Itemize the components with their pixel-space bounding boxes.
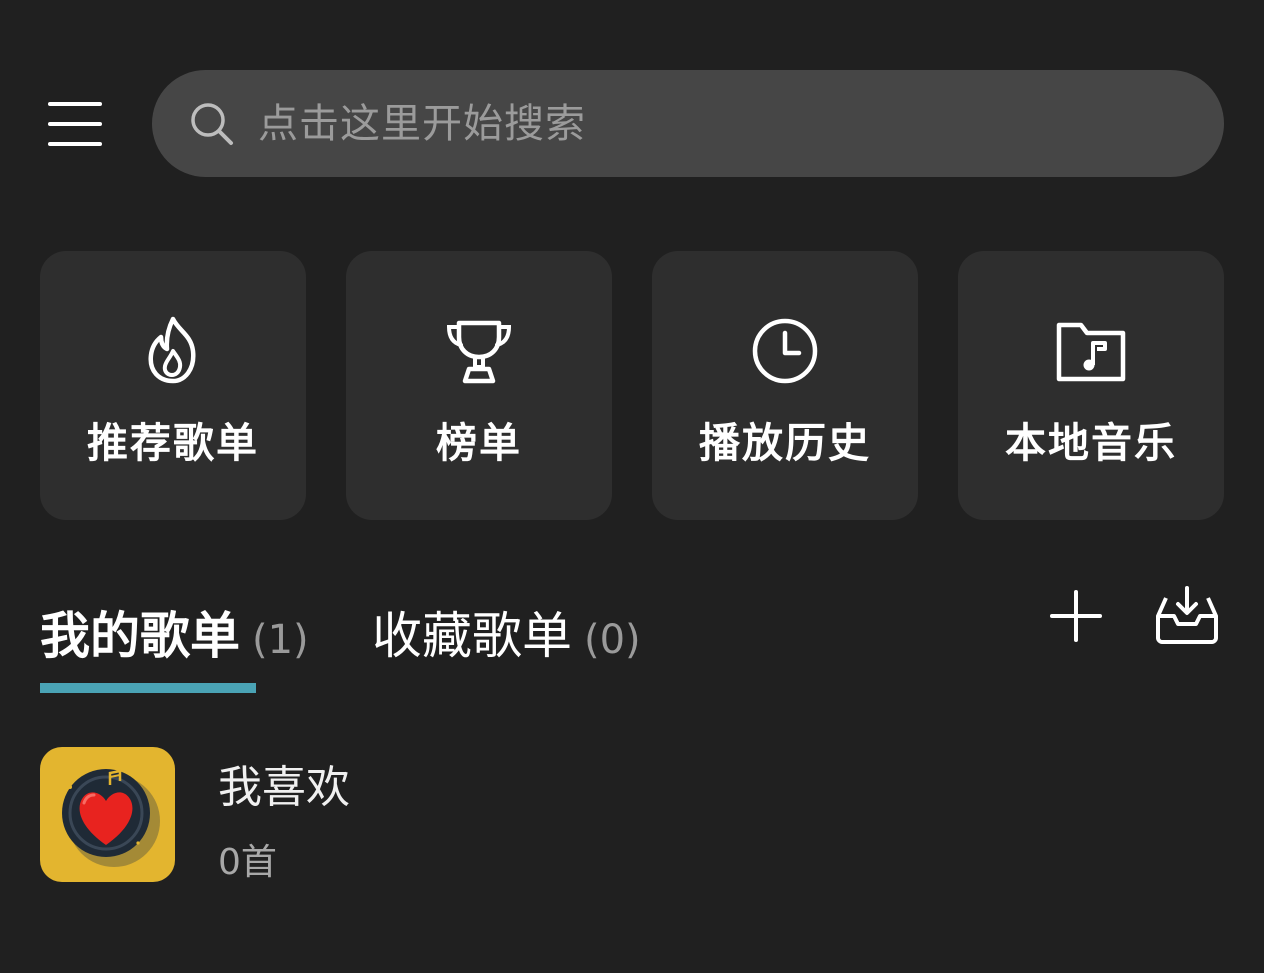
active-tab-indicator — [40, 683, 256, 693]
playlist-song-count: 0首 — [218, 842, 277, 883]
add-playlist-button[interactable] — [1048, 588, 1104, 644]
search-bar[interactable] — [152, 70, 1224, 177]
tile-label: 播放历史 — [699, 419, 871, 467]
tab-my-playlists[interactable]: 我的歌单 (1) — [40, 596, 309, 676]
tab-label: 收藏歌单 — [372, 607, 572, 665]
import-playlist-button[interactable] — [1152, 584, 1222, 646]
menu-button[interactable] — [36, 92, 116, 156]
search-icon — [191, 102, 233, 145]
tab-label: 我的歌单 — [40, 607, 240, 665]
tab-count: (0) — [584, 617, 641, 663]
tile-label: 榜单 — [436, 419, 522, 467]
tile-local-music[interactable]: 本地音乐 — [958, 251, 1224, 520]
clock-icon — [752, 318, 818, 384]
tab-count: (1) — [252, 617, 309, 663]
playlist-cover — [40, 747, 175, 882]
heart-record-icon — [62, 769, 160, 867]
flame-icon — [148, 316, 196, 384]
plus-icon — [1050, 590, 1102, 642]
inbox-download-icon — [1156, 586, 1218, 644]
tile-charts[interactable]: 榜单 — [346, 251, 612, 520]
playlist-item[interactable]: 我喜欢 0首 — [40, 747, 1224, 883]
playlist-name: 我喜欢 — [218, 762, 350, 813]
tile-label: 本地音乐 — [1005, 419, 1177, 467]
tab-collected-playlists[interactable]: 收藏歌单 (0) — [372, 596, 641, 676]
music-folder-icon — [1056, 322, 1126, 382]
tile-play-history[interactable]: 播放历史 — [652, 251, 918, 520]
trophy-icon — [446, 320, 512, 384]
tile-recommended-playlists[interactable]: 推荐歌单 — [40, 251, 306, 520]
search-input[interactable] — [258, 93, 1224, 154]
hamburger-menu-icon — [48, 102, 102, 146]
tile-label: 推荐歌单 — [87, 419, 259, 467]
